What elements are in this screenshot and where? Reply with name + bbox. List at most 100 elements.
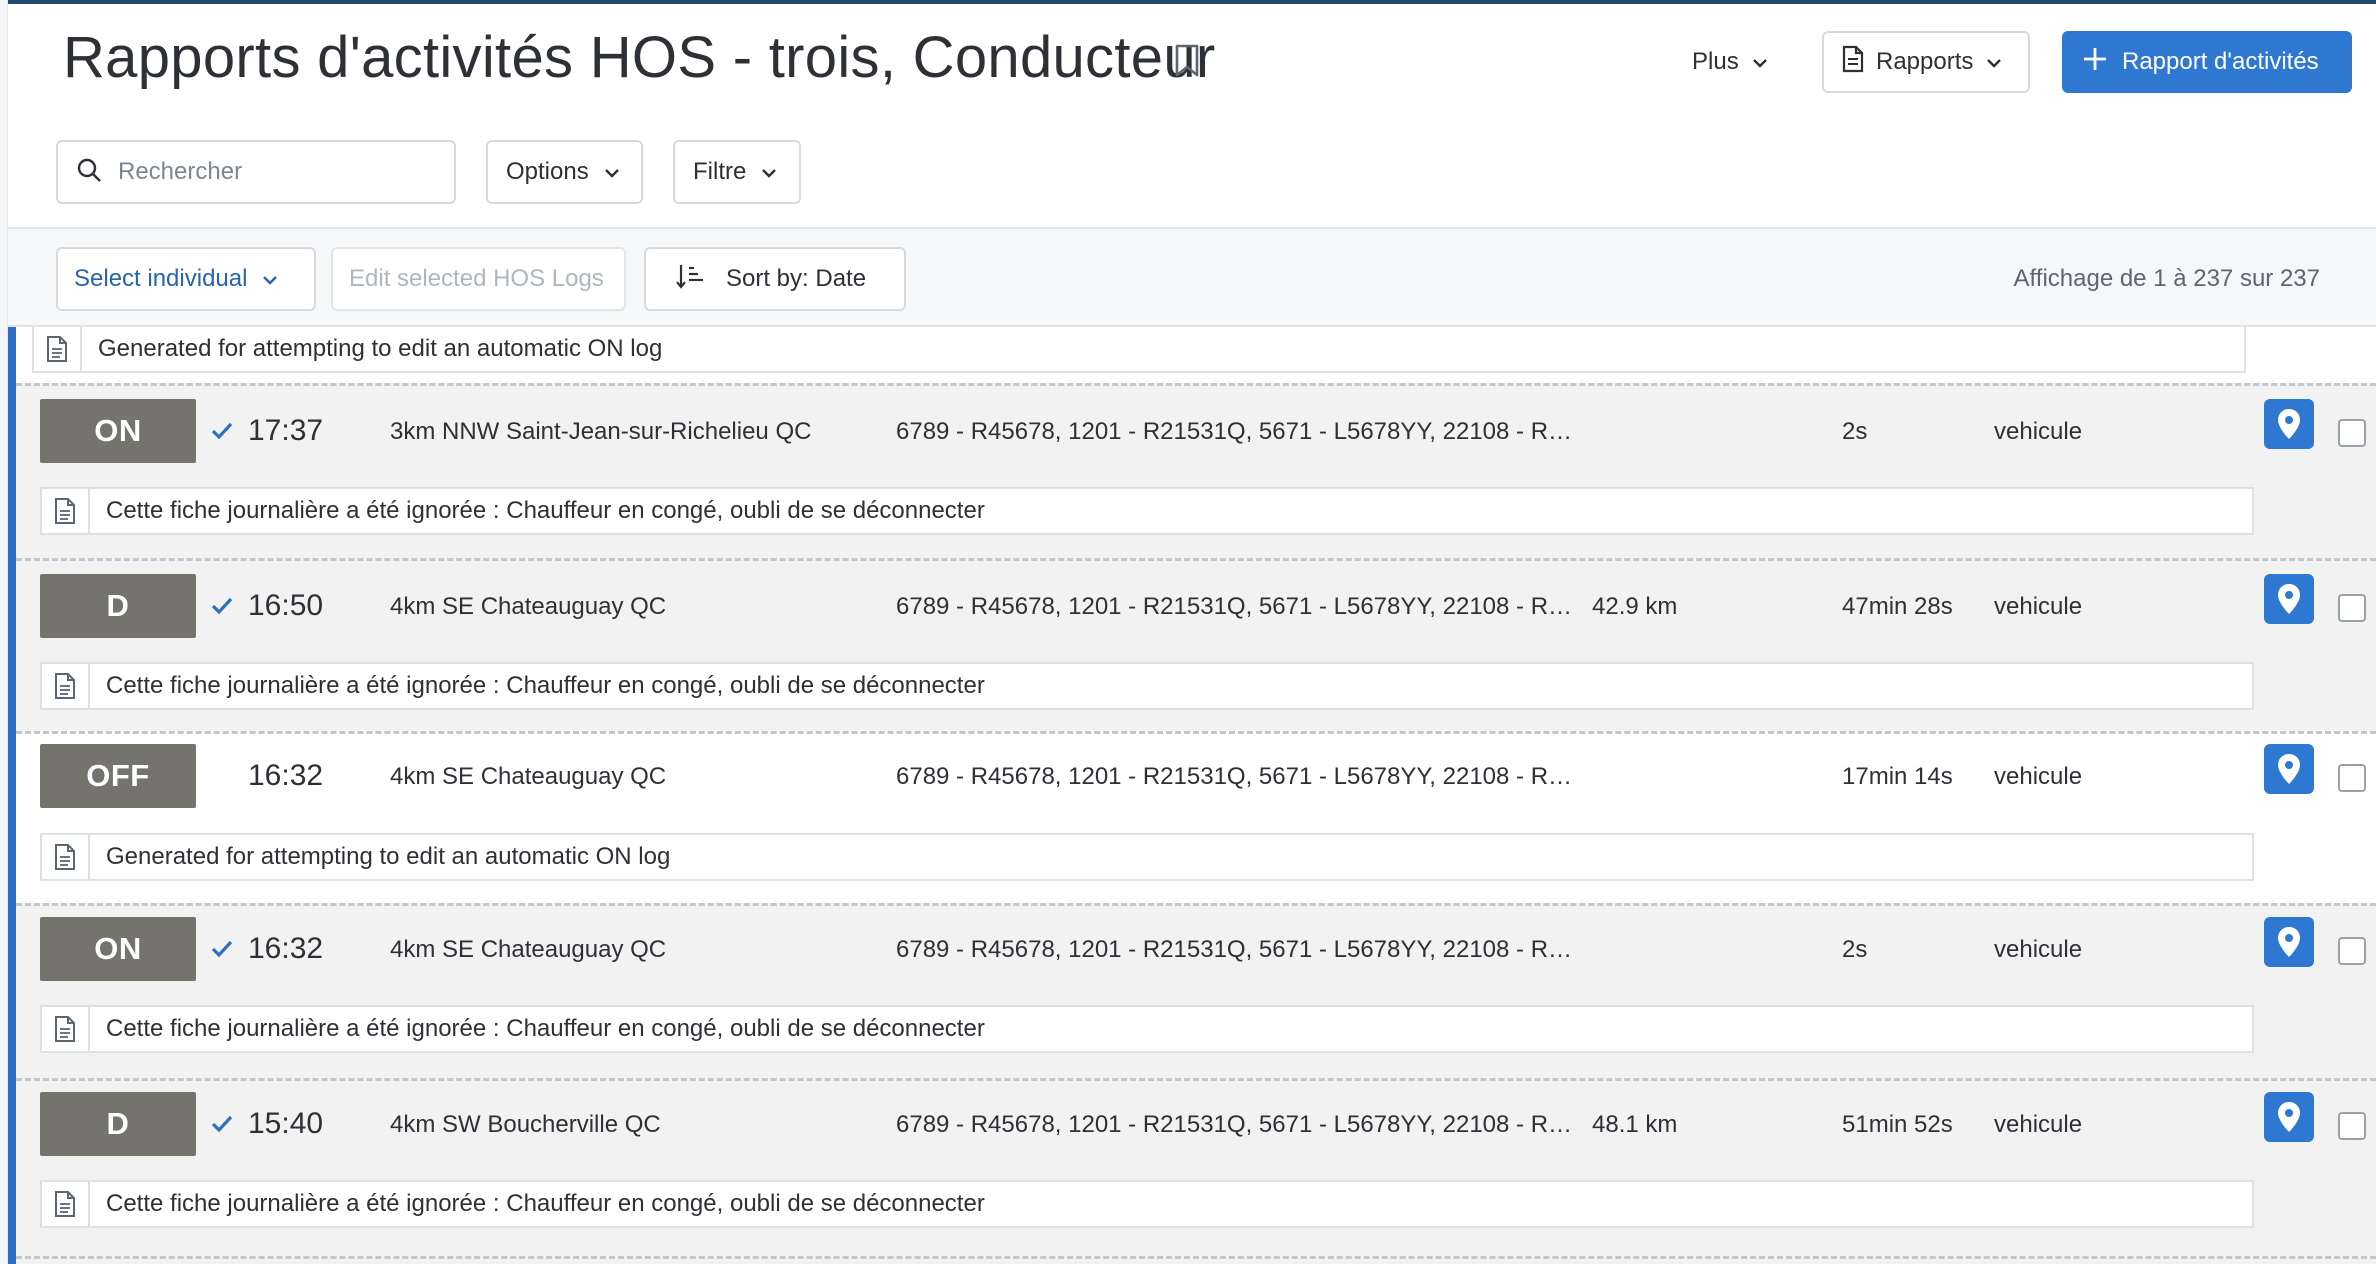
hos-log-entry: D 16:50 4km SE Chateauguay QC 6789 - R45…	[16, 558, 2376, 731]
log-trailers: 6789 - R45678, 1201 - R21531Q, 5671 - L5…	[896, 1111, 1586, 1138]
status-badge: ON	[40, 917, 196, 981]
row-separator	[16, 1078, 2376, 1081]
log-location: 4km SE Chateauguay QC	[390, 593, 667, 620]
row-select-checkbox[interactable]	[2338, 594, 2366, 622]
selected-driver-indicator	[8, 327, 16, 1264]
row-separator	[16, 903, 2376, 906]
edit-selected-logs-button[interactable]: Edit selected HOS Logs	[331, 247, 626, 311]
log-note: Cette fiche journalière a été ignorée : …	[40, 1005, 2254, 1053]
log-duration: 2s	[1842, 418, 1868, 445]
plus-icon	[2082, 46, 2108, 79]
search-icon	[76, 157, 102, 188]
chevron-down-icon	[1751, 48, 1769, 76]
map-pin-icon[interactable]	[2264, 574, 2314, 624]
log-note: Generated for attempting to edit an auto…	[40, 833, 2254, 881]
checkmark-icon	[210, 937, 234, 961]
left-edge	[0, 0, 8, 1264]
hos-log-entry: D 15:40 4km SW Boucherville QC 6789 - R4…	[16, 1078, 2376, 1264]
options-dropdown[interactable]: Options	[486, 140, 643, 204]
row-select-checkbox[interactable]	[2338, 1112, 2366, 1140]
filter-dropdown[interactable]: Filtre	[673, 140, 801, 204]
log-duration: 2s	[1842, 936, 1868, 963]
log-note: Generated for attempting to edit an auto…	[32, 327, 2246, 373]
checkmark-icon	[210, 594, 234, 618]
status-badge: OFF	[40, 744, 196, 808]
rapports-label: Rapports	[1876, 48, 1974, 75]
checkmark-icon	[210, 419, 234, 443]
edit-selected-logs-label: Edit selected HOS Logs	[349, 265, 604, 292]
bookmark-icon[interactable]	[1172, 44, 1202, 78]
add-activity-report-label: Rapport d'activités	[2122, 48, 2319, 75]
log-location: 4km SE Chateauguay QC	[390, 936, 667, 963]
log-origin: vehicule	[1994, 936, 2083, 963]
log-origin: vehicule	[1994, 1111, 2083, 1138]
document-icon	[1842, 45, 1864, 80]
search-input[interactable]	[118, 158, 418, 186]
log-note-text: Cette fiche journalière a été ignorée : …	[106, 1015, 985, 1042]
pagination-summary: Affichage de 1 à 237 sur 237	[2013, 265, 2320, 292]
log-note: Cette fiche journalière a été ignorée : …	[40, 487, 2254, 535]
hos-log-entry: ON 16:32 4km SE Chateauguay QC 6789 - R4…	[16, 903, 2376, 1078]
log-time: 17:37	[248, 414, 324, 447]
map-pin-icon[interactable]	[2264, 917, 2314, 967]
map-pin-icon[interactable]	[2264, 399, 2314, 449]
log-duration: 47min 28s	[1842, 593, 1953, 620]
log-duration: 51min 52s	[1842, 1111, 1953, 1138]
rapports-button[interactable]: Rapports	[1822, 31, 2030, 93]
row-separator	[16, 558, 2376, 561]
log-location: 4km SE Chateauguay QC	[390, 763, 667, 790]
hos-log-entry: OFF 16:32 4km SE Chateauguay QC 6789 - R…	[16, 731, 2376, 903]
log-trailers: 6789 - R45678, 1201 - R21531Q, 5671 - L5…	[896, 593, 1586, 620]
log-note-text: Cette fiche journalière a été ignorée : …	[106, 497, 985, 524]
log-origin: vehicule	[1994, 763, 2083, 790]
select-individual-dropdown[interactable]: Select individual	[56, 247, 316, 311]
status-badge: D	[40, 1092, 196, 1156]
add-activity-report-button[interactable]: Rapport d'activités	[2062, 31, 2352, 93]
chevron-down-icon	[603, 158, 621, 186]
row-select-checkbox[interactable]	[2338, 937, 2366, 965]
filter-label: Filtre	[693, 158, 747, 185]
plus-menu-label: Plus	[1692, 48, 1739, 75]
log-duration: 17min 14s	[1842, 763, 1953, 790]
log-trailers: 6789 - R45678, 1201 - R21531Q, 5671 - L5…	[896, 763, 1586, 790]
log-origin: vehicule	[1994, 593, 2083, 620]
sort-label: Sort by: Date	[726, 265, 867, 292]
log-distance: 42.9 km	[1592, 593, 1678, 620]
page-title: Rapports d'activités HOS - trois, Conduc…	[63, 25, 1216, 90]
log-time: 16:32	[248, 932, 324, 965]
document-icon	[42, 835, 90, 879]
log-note-text: Cette fiche journalière a été ignorée : …	[106, 1190, 985, 1217]
checkmark-icon	[210, 1112, 234, 1136]
document-icon	[42, 489, 90, 533]
log-note-text: Generated for attempting to edit an auto…	[106, 843, 671, 870]
document-icon	[42, 1007, 90, 1051]
row-select-checkbox[interactable]	[2338, 764, 2366, 792]
log-time: 16:50	[248, 589, 324, 622]
log-note-text: Generated for attempting to edit an auto…	[98, 335, 663, 362]
sort-button[interactable]: Sort by: Date	[644, 247, 906, 311]
select-individual-label: Select individual	[74, 265, 248, 292]
row-separator	[16, 1256, 2376, 1259]
list-toolbar: Select individual Edit selected HOS Logs…	[8, 227, 2376, 327]
log-distance: 48.1 km	[1592, 1111, 1678, 1138]
log-location: 4km SW Boucherville QC	[390, 1111, 661, 1138]
map-pin-icon[interactable]	[2264, 744, 2314, 794]
search-box[interactable]	[56, 140, 456, 204]
document-icon	[42, 1182, 90, 1226]
row-separator	[16, 383, 2376, 386]
row-select-checkbox[interactable]	[2338, 419, 2366, 447]
log-note: Cette fiche journalière a été ignorée : …	[40, 662, 2254, 710]
log-trailers: 6789 - R45678, 1201 - R21531Q, 5671 - L5…	[896, 936, 1586, 963]
row-separator	[16, 731, 2376, 734]
log-origin: vehicule	[1994, 418, 2083, 445]
document-icon	[42, 664, 90, 708]
plus-menu-button[interactable]: Plus	[1680, 34, 1781, 90]
log-location: 3km NNW Saint-Jean-sur-Richelieu QC	[390, 418, 812, 445]
status-badge: ON	[40, 399, 196, 463]
hos-log-list: Generated for attempting to edit an auto…	[8, 327, 2376, 1264]
log-note: Cette fiche journalière a été ignorée : …	[40, 1180, 2254, 1228]
document-icon	[34, 327, 82, 371]
map-pin-icon[interactable]	[2264, 1092, 2314, 1142]
chevron-down-icon	[1985, 48, 2003, 76]
log-note-text: Cette fiche journalière a été ignorée : …	[106, 672, 985, 699]
